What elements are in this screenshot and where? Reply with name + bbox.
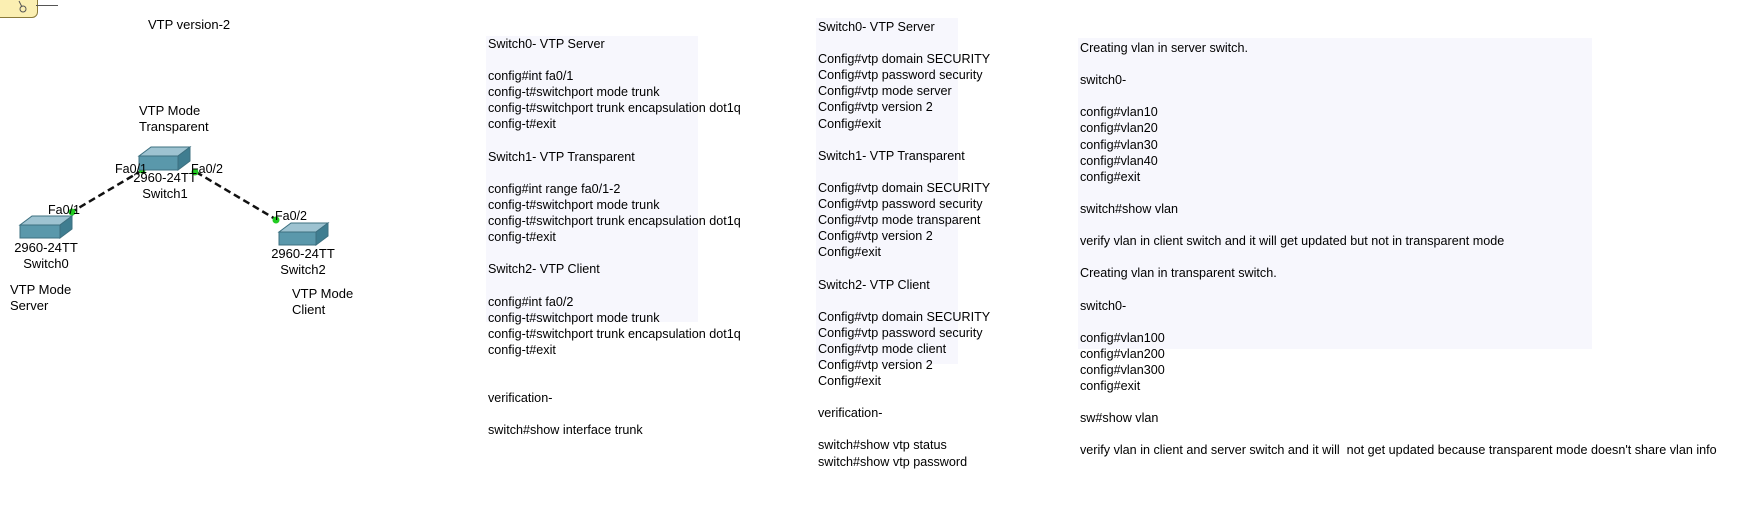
note-line: Config#vtp mode client: [818, 341, 947, 356]
note-line: [1080, 314, 1717, 330]
note-line: [818, 421, 990, 437]
note-line: config#vlan10: [1080, 105, 1158, 120]
note-line: config-t#exit: [488, 117, 556, 132]
note-line: Config#vtp domain SECURITY: [818, 180, 991, 195]
note-line: [1080, 56, 1717, 72]
note-line: verify vlan in client and server switch …: [1080, 443, 1717, 458]
note-line: config#vlan300: [1080, 362, 1165, 377]
note-trunk-config[interactable]: Switch0- VTP Server config#int fa0/1 confi…: [488, 36, 741, 438]
switch2-name[interactable]: Switch2: [265, 262, 341, 277]
note-line: config#vlan30: [1080, 137, 1158, 152]
note-line: Config#vtp password security: [818, 197, 983, 212]
note-line: config-t#exit: [488, 230, 556, 245]
note-line: Switch1- VTP Transparent: [818, 148, 965, 163]
note-line: Creating vlan in transparent switch.: [1080, 266, 1277, 281]
note-line: config#int range fa0/1-2: [488, 181, 621, 196]
note-line: config-t#switchport trunk encapsulation …: [488, 101, 741, 116]
switch0-mode-label-2: Server: [10, 298, 49, 313]
note-line: [1080, 185, 1717, 201]
note-line: Config#vtp domain SECURITY: [818, 52, 991, 67]
switch0-mode-label-1: VTP Mode: [10, 282, 72, 297]
note-line: [488, 245, 741, 261]
note-line: Switch2- VTP Client: [818, 277, 930, 292]
note-line: Config#exit: [818, 374, 882, 389]
switch2-mode-label-2: Client: [292, 302, 326, 317]
note-line: Switch2- VTP Client: [488, 262, 600, 277]
note-line: Switch0- VTP Server: [488, 37, 605, 51]
note-line: Config#vtp password security: [818, 68, 983, 83]
note-vlan-config[interactable]: Creating vlan in server switch. switch0- c…: [1080, 40, 1717, 458]
switch1-mode-label-2: Transparent: [139, 119, 209, 134]
note-line: Config#exit: [818, 116, 882, 131]
note-line: config-t#switchport mode trunk: [488, 197, 660, 212]
note-line: sw#show vlan: [1080, 411, 1159, 426]
note-line: config-t#switchport mode trunk: [488, 85, 660, 100]
note-line: Config#vtp version 2: [818, 100, 933, 115]
note-line: [488, 374, 741, 390]
switch1-mode-label-1: VTP Mode: [139, 103, 201, 118]
note-line: config#exit: [1080, 169, 1141, 184]
note-line: [818, 293, 990, 309]
note-line: Creating vlan in server switch.: [1080, 41, 1248, 55]
switch2-icon: [277, 222, 330, 246]
switch2-model[interactable]: 2960-24TT: [265, 246, 341, 261]
note-line: Config#vtp version 2: [818, 229, 933, 244]
note-line: switch#show interface trunk: [488, 423, 643, 438]
note-line: Switch1- VTP Transparent: [488, 149, 635, 164]
note-line: config-t#exit: [488, 342, 556, 357]
note-line: config#int fa0/2: [488, 294, 574, 309]
switch1-name[interactable]: Switch1: [127, 186, 203, 201]
note-vtp-config[interactable]: Switch0- VTP Server Config#vtp domain SEC…: [818, 19, 990, 470]
port-label-sw2-fa02: Fa0/2: [275, 209, 307, 223]
note-line: Switch0- VTP Server: [818, 20, 935, 34]
note-line: config#int fa0/1: [488, 69, 574, 84]
note-line: [818, 260, 990, 276]
switch2-mode-label-1: VTP Mode: [292, 286, 354, 301]
note-line: [818, 389, 990, 405]
note-line: [1080, 394, 1717, 410]
port-label-sw1-fa02: Fa0/2: [191, 162, 223, 176]
note-line: config#vlan100: [1080, 330, 1165, 345]
note-line: switch0-: [1080, 298, 1127, 313]
note-line: config#exit: [1080, 378, 1141, 393]
note-line: Config#vtp mode server: [818, 84, 952, 99]
note-line: Config#vtp version 2: [818, 357, 933, 372]
switch0-icon: [18, 215, 74, 239]
note-line: verification-: [818, 406, 883, 421]
note-line: Config#vtp mode transparent: [818, 213, 981, 228]
port-label-sw0-fa01: Fa0/1: [48, 203, 80, 217]
note-line: switch#show vtp status: [818, 438, 947, 453]
note-line: [818, 132, 990, 148]
note-line: [818, 35, 990, 51]
switch0-name[interactable]: Switch0: [8, 256, 84, 271]
note-line: [488, 406, 741, 422]
note-line: config#vlan40: [1080, 153, 1158, 168]
note-line: config-t#switchport mode trunk: [488, 310, 660, 325]
note-line: config#vlan200: [1080, 346, 1165, 361]
note-line: [488, 133, 741, 149]
note-line: switch0-: [1080, 73, 1127, 88]
note-line: [488, 52, 741, 68]
note-line: [488, 358, 741, 374]
note-line: verification-: [488, 391, 553, 406]
note-line: [1080, 217, 1717, 233]
note-line: Config#vtp password security: [818, 325, 983, 340]
note-line: switch#show vtp password: [818, 454, 968, 469]
note-line: config#vlan20: [1080, 121, 1158, 136]
note-line: verify vlan in client switch and it will…: [1080, 234, 1505, 249]
note-line: config-t#switchport trunk encapsulation …: [488, 326, 741, 341]
note-line: [1080, 249, 1717, 265]
note-line: [488, 165, 741, 181]
port-label-sw1-fa01: Fa0/1: [115, 162, 147, 176]
note-line: Config#exit: [818, 245, 882, 260]
note-line: [818, 164, 990, 180]
note-line: Config#vtp domain SECURITY: [818, 309, 991, 324]
note-line: [1080, 426, 1717, 442]
note-line: [488, 277, 741, 293]
note-line: config-t#switchport trunk encapsulation …: [488, 214, 741, 229]
switch0-model[interactable]: 2960-24TT: [8, 240, 84, 255]
note-line: switch#show vlan: [1080, 201, 1178, 216]
note-line: [1080, 281, 1717, 297]
note-line: [1080, 88, 1717, 104]
